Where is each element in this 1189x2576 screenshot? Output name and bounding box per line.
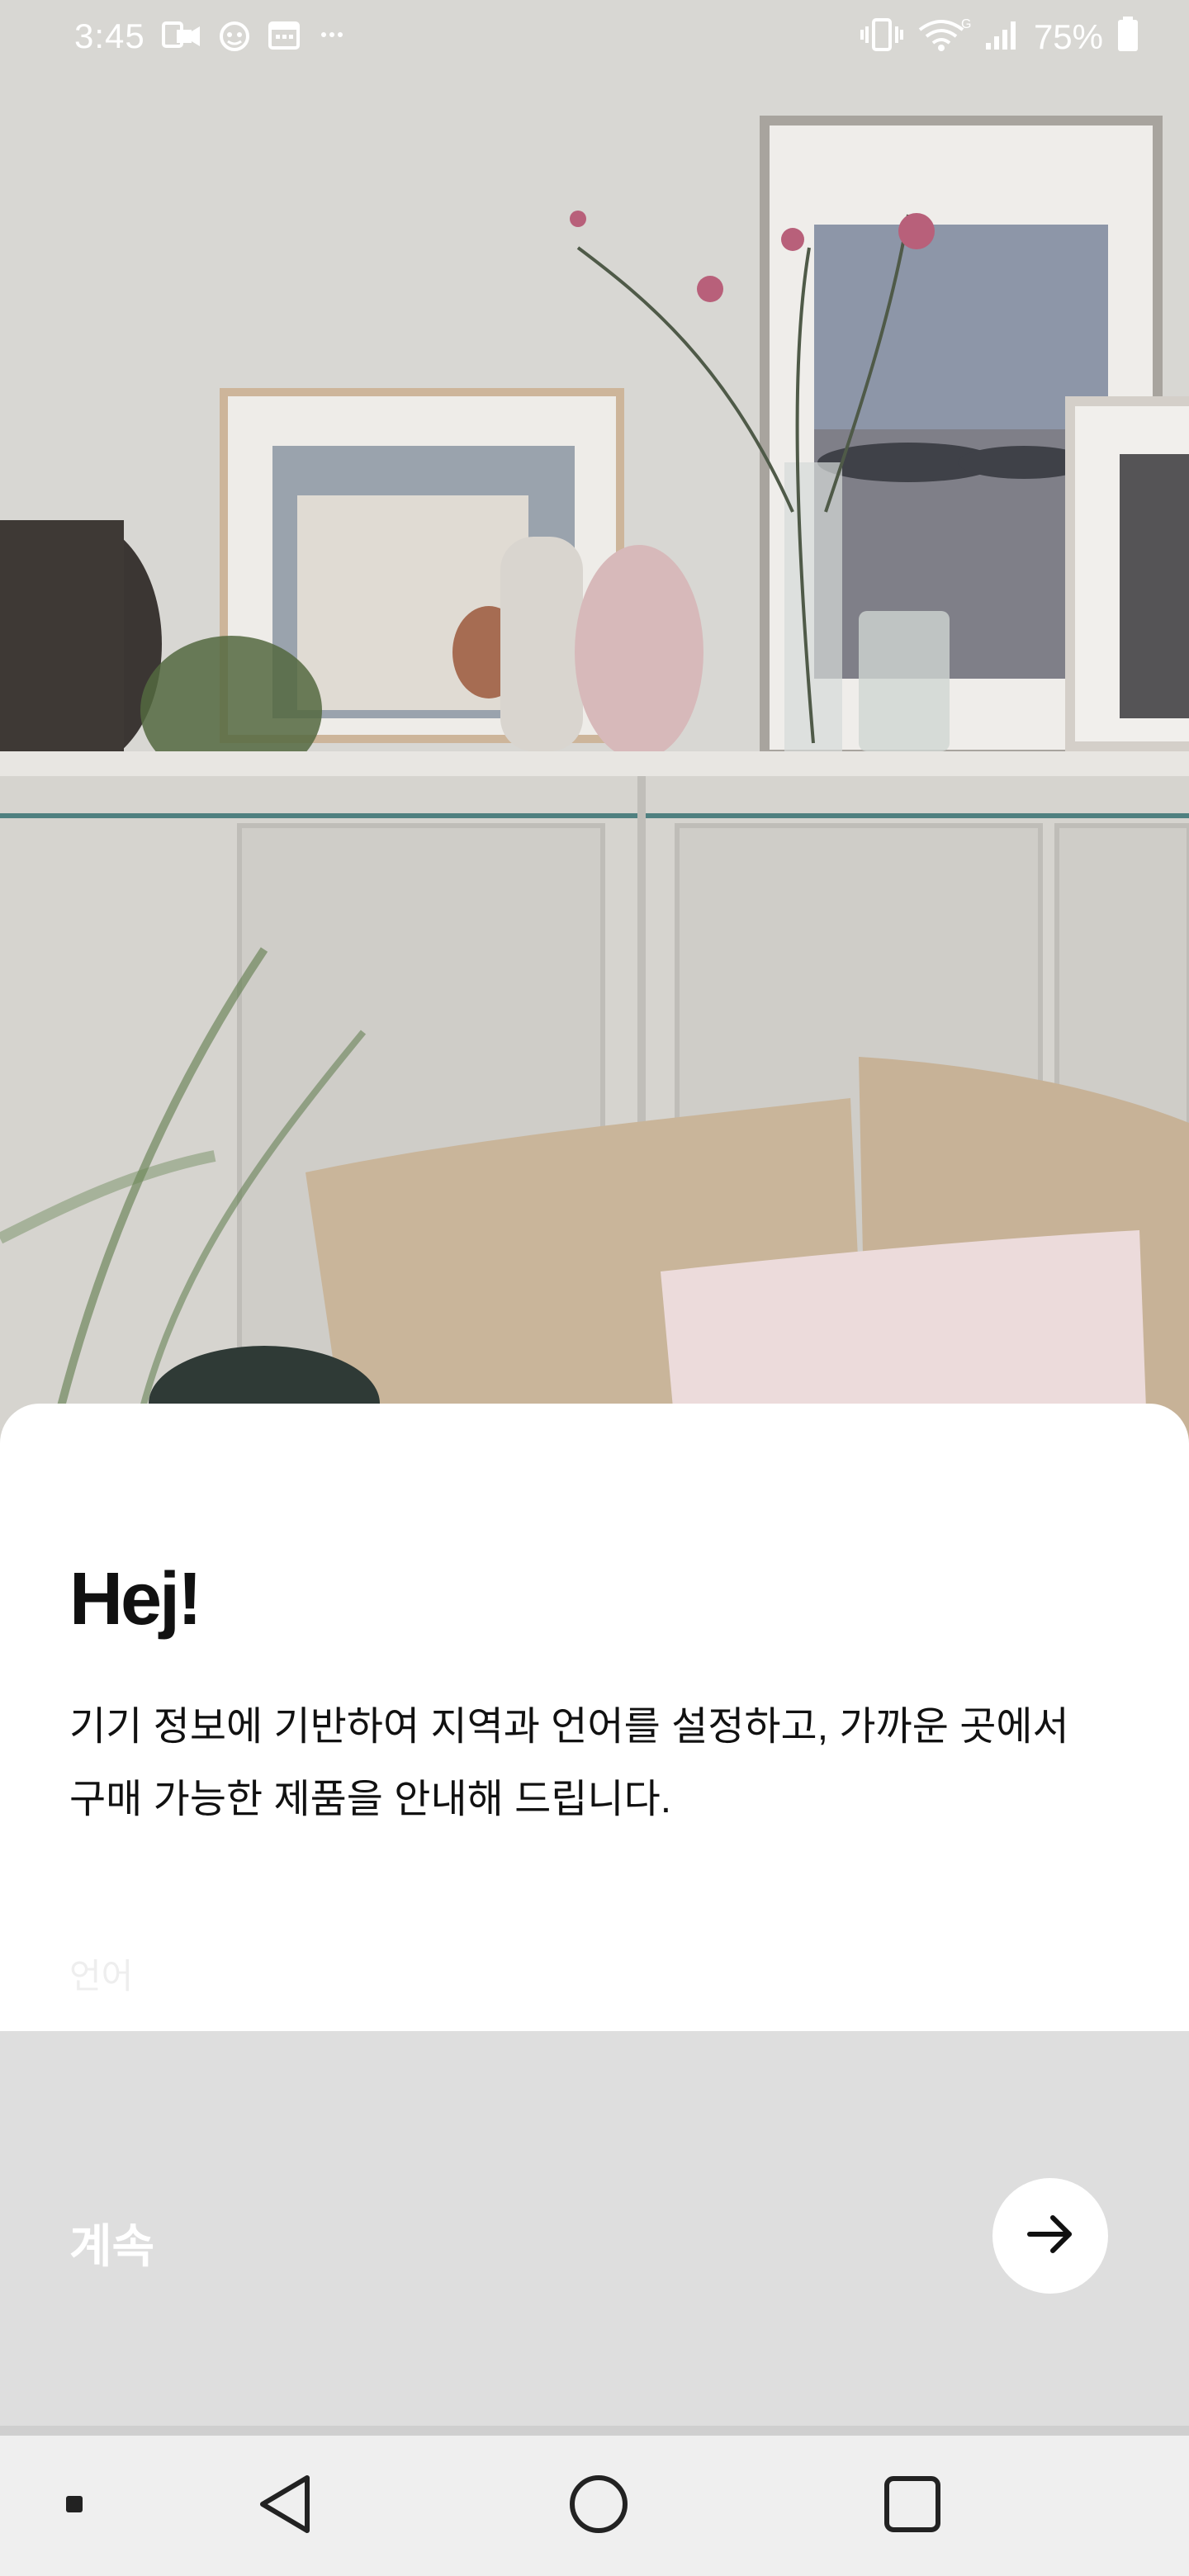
- status-bar: 3:45 G 75%: [0, 0, 1189, 76]
- arrow-right-icon: [1023, 2207, 1078, 2266]
- calendar-icon: [268, 18, 301, 55]
- greeting-title: Hej!: [69, 1558, 202, 1641]
- continue-label: 계속: [69, 2220, 155, 2272]
- continue-button[interactable]: [992, 2178, 1108, 2294]
- battery-icon: [1116, 17, 1139, 57]
- bottom-sheet: Hej! 기기 정보에 기반하여 지역과 언어를 설정하고, 가까운 곳에서 구…: [0, 1404, 1189, 2031]
- wifi-calling-icon: G: [917, 17, 971, 57]
- more-dots-icon: [315, 26, 348, 47]
- continue-bar[interactable]: 계속: [0, 2031, 1189, 2426]
- signal-icon: [984, 18, 1021, 55]
- recents-icon: [883, 2474, 942, 2538]
- bixby-icon: [216, 17, 253, 57]
- background-photo: [0, 0, 1189, 1453]
- status-time: 3:45: [74, 17, 145, 55]
- dot-icon: [64, 2494, 84, 2518]
- status-icons-right: G 75%: [860, 17, 1139, 57]
- divider: [0, 2426, 1189, 2436]
- vibrate-icon: [860, 17, 903, 57]
- battery-percent: 75%: [1033, 17, 1103, 56]
- nav-dot-button[interactable]: [41, 2436, 107, 2576]
- status-icons-left: [162, 17, 348, 57]
- nav-recents-button[interactable]: [867, 2436, 958, 2576]
- nav-back-button[interactable]: [239, 2436, 330, 2576]
- back-icon: [256, 2473, 314, 2540]
- language-label: 언어: [69, 1957, 134, 1996]
- system-nav-bar: [0, 2436, 1189, 2576]
- svg-text:G: G: [961, 17, 971, 31]
- home-icon: [567, 2473, 630, 2540]
- screen-record-icon: [162, 18, 201, 55]
- welcome-description: 기기 정보에 기반하여 지역과 언어를 설정하고, 가까운 곳에서 구매 가능한…: [69, 1705, 1069, 1821]
- nav-home-button[interactable]: [553, 2436, 644, 2576]
